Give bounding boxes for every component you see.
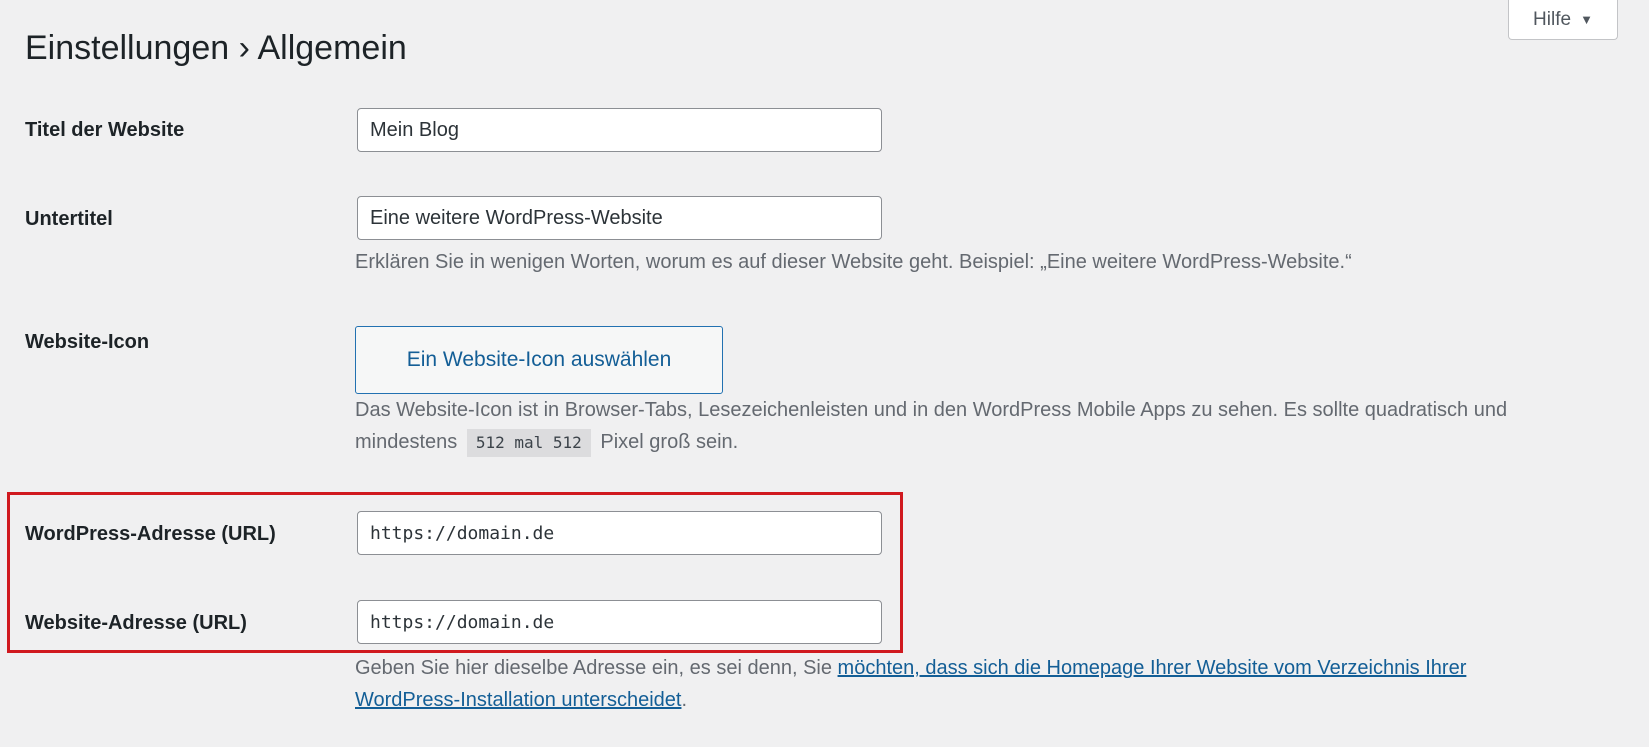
- site-icon-label: Website-Icon: [25, 331, 150, 353]
- site-address-description-text: Geben Sie hier dieselbe Adresse ein, es …: [355, 657, 832, 679]
- tagline-label: Untertitel: [25, 208, 113, 230]
- site-icon-description-end: Pixel groß sein.: [600, 431, 739, 453]
- help-tab-label: Hilfe: [1533, 8, 1572, 30]
- site-title-input[interactable]: [357, 108, 882, 152]
- site-address-description: Geben Sie hier dieselbe Adresse ein, es …: [355, 652, 1505, 716]
- icon-size-code: 512 mal 512: [466, 429, 591, 457]
- choose-site-icon-button[interactable]: Ein Website-Icon auswählen: [355, 326, 723, 394]
- help-tab-button[interactable]: Hilfe ▼: [1508, 0, 1618, 40]
- caret-down-icon: ▼: [1580, 12, 1593, 27]
- site-address-input[interactable]: [357, 600, 882, 644]
- page-title: Einstellungen › Allgemein: [25, 29, 407, 67]
- tagline-input[interactable]: [357, 196, 882, 240]
- site-address-label: Website-Adresse (URL): [25, 612, 247, 634]
- site-address-description-end: .: [681, 689, 688, 711]
- wordpress-address-input[interactable]: [357, 511, 882, 555]
- wordpress-address-label: WordPress-Adresse (URL): [25, 523, 276, 545]
- tagline-description: Erklären Sie in wenigen Worten, worum es…: [355, 251, 1352, 273]
- site-icon-description: Das Website-Icon ist in Browser-Tabs, Le…: [355, 394, 1555, 458]
- site-title-label: Titel der Website: [25, 119, 185, 141]
